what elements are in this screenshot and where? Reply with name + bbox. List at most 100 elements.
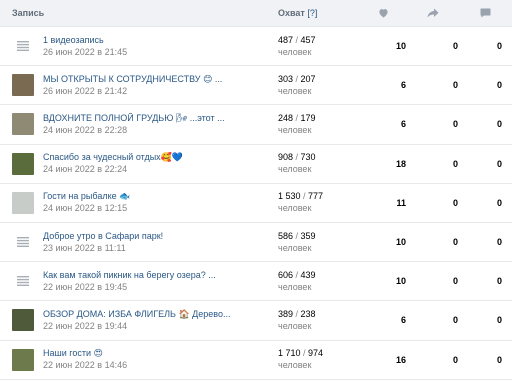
reach-value: 908 / 730	[278, 152, 316, 163]
post-title-link[interactable]: МЫ ОТКРЫТЫ К СОТРУДНИЧЕСТВУ 😊 ...	[43, 74, 222, 85]
table-row[interactable]: Доброе утро в Сафари парк! 23 июн 2022 в…	[0, 223, 512, 263]
reach-header-label: Охват	[278, 8, 305, 18]
reach-unit: человек	[278, 320, 312, 331]
reach-cell: 1 530 / 777 человек	[272, 191, 358, 214]
likes-count: 6	[400, 315, 406, 326]
table-row[interactable]: Как вам такой пикник на берегу озера? ..…	[0, 262, 512, 302]
post-date: 26 июн 2022 в 21:42	[43, 85, 128, 96]
reach-subscribers: 974	[308, 348, 324, 359]
post-cell: ОБЗОР ДОМА: ИЗБА ФЛИГЕЛЬ 🏠 Дерево... 22 …	[0, 309, 272, 332]
shares-count: 0	[452, 119, 458, 130]
reach-total: 908	[278, 152, 294, 163]
shares-count: 0	[452, 354, 458, 365]
table-row[interactable]: Спасибо за чудесный отдых🥰💙 24 июн 2022 …	[0, 145, 512, 184]
reach-cell: 908 / 730 человек	[272, 152, 358, 175]
posts-stats-table: Запись Охват [?] 1 видеозапись 26 июн 20…	[0, 0, 512, 380]
post-date: 22 июн 2022 в 19:45	[43, 281, 128, 292]
reach-cell: 586 / 359 человек	[272, 231, 358, 254]
column-header-shares[interactable]	[408, 8, 458, 18]
comments-count: 0	[496, 119, 502, 130]
reach-subscribers: 238	[300, 308, 316, 319]
reach-unit: человек	[278, 281, 312, 292]
reach-total: 303	[278, 73, 294, 84]
reach-cell: 303 / 207 человек	[272, 74, 358, 97]
post-cell: Наши гости 😍 22 июн 2022 в 14:46	[0, 348, 272, 371]
comments-count: 0	[496, 158, 502, 169]
post-photo-thumbnail	[12, 309, 34, 332]
reach-value: 487 / 457	[278, 34, 316, 45]
table-header: Запись Охват [?]	[0, 0, 512, 27]
reach-subscribers: 457	[300, 34, 316, 45]
column-header-reach[interactable]: Охват [?]	[272, 8, 358, 18]
likes-count: 16	[395, 354, 406, 365]
shares-count: 0	[452, 276, 458, 287]
reach-cell: 248 / 179 человек	[272, 113, 358, 136]
reach-subscribers: 179	[300, 112, 316, 123]
post-title-link[interactable]: Наши гости 😍	[43, 348, 127, 359]
comments-count: 0	[496, 41, 502, 52]
shares-count: 0	[452, 237, 458, 248]
post-photo-thumbnail	[12, 191, 34, 214]
comments-count: 0	[496, 354, 502, 365]
table-row[interactable]: Гости на рыбалке 🐟 24 июн 2022 в 12:15 1…	[0, 184, 512, 223]
likes-count: 10	[395, 237, 406, 248]
text-lines-icon	[12, 35, 34, 57]
post-title-link[interactable]: Спасибо за чудесный отдых🥰💙	[43, 152, 183, 163]
comment-bubble-icon	[480, 8, 490, 18]
post-cell: Спасибо за чудесный отдых🥰💙 24 июн 2022 …	[0, 152, 272, 175]
post-title-link[interactable]: 1 видеозапись	[43, 35, 127, 46]
reach-subscribers: 359	[300, 230, 316, 241]
post-date: 23 июн 2022 в 11:11	[43, 242, 126, 253]
post-title-link[interactable]: Доброе утро в Сафари парк!	[43, 231, 163, 242]
table-row[interactable]: МЫ ОТКРЫТЫ К СОТРУДНИЧЕСТВУ 😊 ... 26 июн…	[0, 66, 512, 106]
reach-unit: человек	[278, 85, 312, 96]
post-title-link[interactable]: ВДОХНИТЕ ПОЛНОЙ ГРУДЬЮ 🌬 ...этот ...	[43, 113, 225, 124]
post-photo-thumbnail	[12, 74, 34, 97]
post-cell: МЫ ОТКРЫТЫ К СОТРУДНИЧЕСТВУ 😊 ... 26 июн…	[0, 74, 272, 97]
reach-subscribers: 730	[300, 152, 316, 163]
post-title-link[interactable]: Гости на рыбалке 🐟	[43, 191, 130, 202]
share-arrow-icon	[427, 8, 439, 18]
reach-unit: человек	[278, 46, 312, 57]
reach-subscribers: 439	[300, 269, 316, 280]
table-body: 1 видеозапись 26 июн 2022 в 21:45 487 / …	[0, 27, 512, 380]
reach-subscribers: 207	[300, 73, 316, 84]
table-row[interactable]: ВДОХНИТЕ ПОЛНОЙ ГРУДЬЮ 🌬 ...этот ... 24 …	[0, 105, 512, 145]
reach-value: 1 710 / 974	[278, 348, 324, 359]
column-header-post[interactable]: Запись	[0, 8, 272, 18]
comments-count: 0	[496, 197, 502, 208]
post-cell: ВДОХНИТЕ ПОЛНОЙ ГРУДЬЮ 🌬 ...этот ... 24 …	[0, 113, 272, 136]
reach-total: 1 530	[278, 191, 301, 202]
column-header-likes[interactable]	[358, 8, 408, 18]
column-header-comments[interactable]	[458, 8, 512, 18]
post-photo-thumbnail	[12, 152, 34, 175]
reach-unit: человек	[278, 164, 312, 175]
reach-subscribers: 777	[308, 191, 324, 202]
reach-cell: 389 / 238 человек	[272, 309, 358, 332]
reach-help-link[interactable]: [?]	[307, 8, 317, 18]
likes-count: 10	[395, 41, 406, 52]
post-title-link[interactable]: ОБЗОР ДОМА: ИЗБА ФЛИГЕЛЬ 🏠 Дерево...	[43, 309, 230, 320]
reach-total: 586	[278, 230, 294, 241]
shares-count: 0	[452, 197, 458, 208]
reach-value: 586 / 359	[278, 230, 316, 241]
reach-unit: человек	[278, 360, 312, 371]
post-cell: Гости на рыбалке 🐟 24 июн 2022 в 12:15	[0, 191, 272, 214]
table-row[interactable]: Наши гости 😍 22 июн 2022 в 14:46 1 710 /…	[0, 341, 512, 380]
reach-total: 1 710	[278, 348, 301, 359]
comments-count: 0	[496, 315, 502, 326]
reach-total: 487	[278, 34, 294, 45]
post-title-link[interactable]: Как вам такой пикник на берегу озера? ..…	[43, 270, 216, 281]
shares-count: 0	[452, 158, 458, 169]
table-row[interactable]: 1 видеозапись 26 июн 2022 в 21:45 487 / …	[0, 27, 512, 67]
post-cell: Как вам такой пикник на берегу озера? ..…	[0, 270, 272, 293]
table-row[interactable]: ОБЗОР ДОМА: ИЗБА ФЛИГЕЛЬ 🏠 Дерево... 22 …	[0, 301, 512, 341]
post-date: 24 июн 2022 в 22:24	[43, 164, 128, 175]
post-date: 24 июн 2022 в 22:28	[43, 124, 128, 135]
shares-count: 0	[452, 80, 458, 91]
comments-count: 0	[496, 276, 502, 287]
likes-count: 6	[400, 119, 406, 130]
reach-cell: 487 / 457 человек	[272, 35, 358, 58]
reach-unit: человек	[278, 242, 312, 253]
likes-count: 10	[395, 276, 406, 287]
